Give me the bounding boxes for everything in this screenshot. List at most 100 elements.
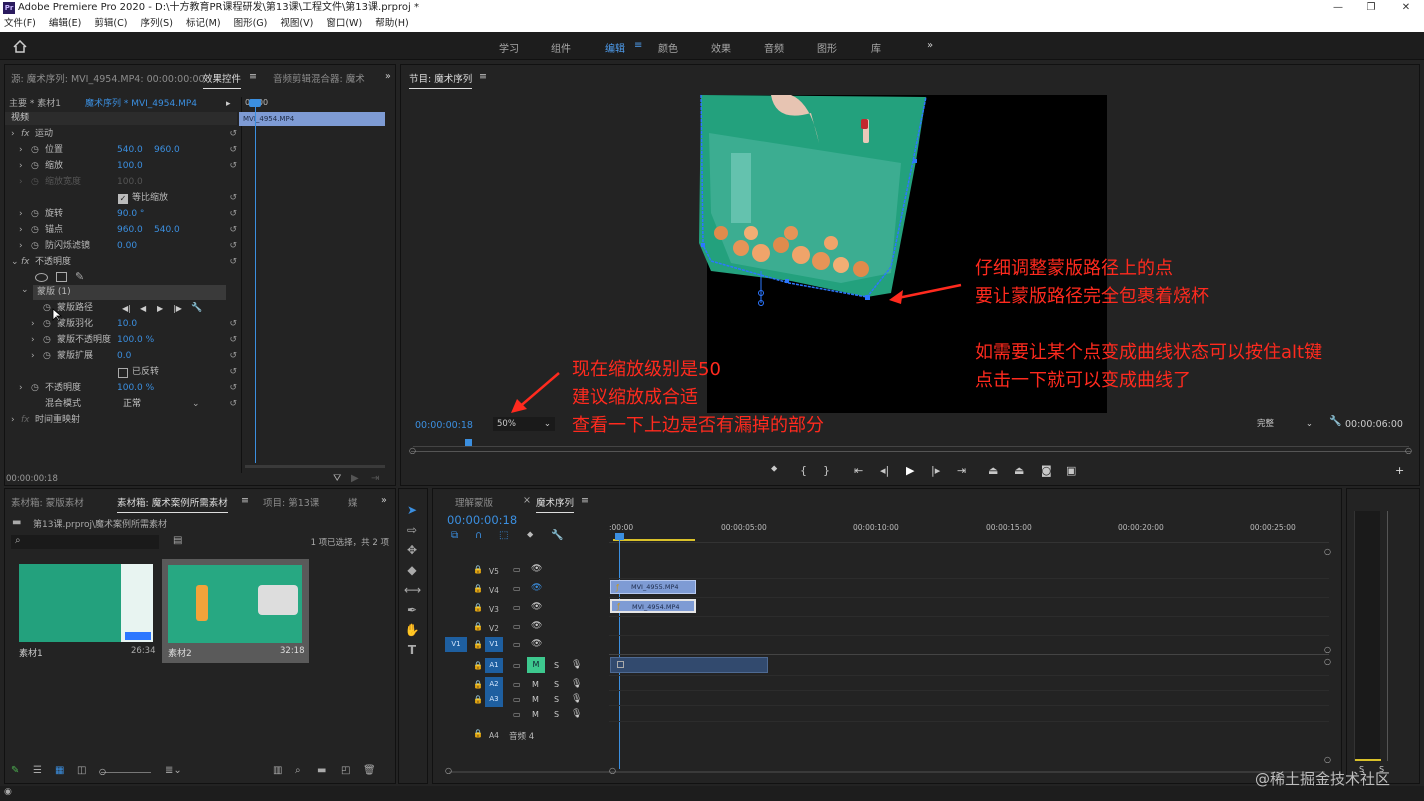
stopwatch-icon[interactable]: ◷	[31, 239, 39, 254]
fx-opacity-row[interactable]: ⌄ fx 不透明度 ↺	[5, 255, 241, 270]
tab-project[interactable]: 项目: 第13课	[263, 495, 319, 509]
timeline-settings-wrench-icon[interactable]: 🔧	[551, 530, 563, 541]
rectangle-mask-icon[interactable]	[56, 272, 67, 282]
panel-menu-icon[interactable]: ≡	[241, 495, 249, 506]
scroll-handle-left[interactable]: ○	[445, 766, 452, 775]
rotation-value[interactable]: 90.0 °	[117, 207, 144, 222]
workspace-menu-icon[interactable]: ≡	[634, 40, 642, 51]
stopwatch-icon[interactable]: ◷	[43, 301, 51, 316]
linked-selection-icon[interactable]: ⬚	[499, 530, 508, 541]
vertical-scroll-handle[interactable]: ○	[1324, 645, 1331, 654]
settings-wrench-icon[interactable]: 🔧	[1329, 416, 1341, 427]
track-backward-icon[interactable]: ◀|	[122, 301, 131, 316]
ellipse-mask-icon[interactable]	[35, 273, 48, 282]
reset-icon[interactable]: ↺	[229, 317, 237, 332]
close-tab-icon[interactable]: ×	[523, 495, 531, 506]
reset-icon[interactable]: ↺	[229, 143, 237, 158]
eye-icon[interactable]: 👁	[531, 602, 542, 612]
sync-lock-icon[interactable]: ▭	[513, 661, 521, 670]
eye-icon[interactable]: 👁	[531, 639, 542, 649]
timeline-ruler[interactable]: :00:00 00:00:05:00 00:00:10:00 00:00:15:…	[609, 521, 1329, 543]
step-back-icon[interactable]: ◂|	[880, 464, 889, 477]
fx-motion-row[interactable]: › fx 运动 ↺	[5, 127, 241, 142]
tab-audio-mixer[interactable]: 音频剪辑混合器: 魔术	[273, 71, 365, 85]
uniform-scale-checkbox[interactable]: ✓	[118, 194, 128, 204]
mask-feather-value[interactable]: 10.0	[117, 317, 137, 332]
razor-tool-icon[interactable]: ◆	[404, 562, 420, 578]
minimize-button[interactable]: —	[1323, 0, 1353, 16]
button-editor-icon[interactable]: +	[1395, 464, 1404, 477]
type-tool-icon[interactable]: T	[404, 642, 420, 658]
mute-button[interactable]: M	[532, 695, 539, 704]
track-header-scrollbar[interactable]	[449, 771, 611, 773]
lock-icon[interactable]: 🔒	[473, 729, 483, 738]
clip-v3-selected[interactable]: ƒ MVI_4954.MP4	[610, 599, 696, 613]
reset-icon[interactable]: ↺	[229, 207, 237, 222]
new-bin-bottom-icon[interactable]: ▬	[317, 765, 326, 776]
eye-icon[interactable]: 👁	[531, 564, 542, 574]
scale-value[interactable]: 100.0	[117, 159, 143, 174]
track-forward-icon[interactable]: |▶	[173, 301, 182, 316]
new-item-icon[interactable]: ◰	[341, 765, 350, 776]
workspace-libraries[interactable]: 库	[871, 40, 881, 55]
tab-source[interactable]: 源: 魔术序列: MVI_4954.MP4: 00:00:00:00	[11, 71, 205, 85]
workspace-color[interactable]: 颜色	[658, 40, 678, 55]
nest-icon[interactable]: ⧉	[451, 530, 458, 541]
lock-icon[interactable]: 🔒	[473, 584, 483, 593]
ec-zoom-scrollbar[interactable]	[245, 465, 385, 468]
sync-lock-icon[interactable]: ▭	[513, 640, 521, 649]
lift-icon[interactable]: ⏏	[988, 464, 998, 477]
ec-playhead[interactable]	[255, 103, 256, 463]
position-x-value[interactable]: 540.0	[117, 143, 143, 158]
menu-window[interactable]: 窗口(W)	[326, 18, 362, 29]
go-to-in-icon[interactable]: ⇤	[854, 464, 863, 477]
add-marker-icon[interactable]: ⬥	[771, 464, 777, 474]
menu-help[interactable]: 帮助(H)	[375, 18, 409, 29]
lock-icon[interactable]: 🔒	[473, 565, 483, 574]
vertical-scroll-handle[interactable]: ○	[1324, 657, 1331, 666]
panel-menu-icon[interactable]: ≡	[479, 71, 487, 82]
clip-v4[interactable]: ƒ MVI_4955.MP4	[610, 580, 696, 594]
lock-icon[interactable]: 🔒	[473, 640, 483, 649]
export-frame-icon[interactable]: ◙	[1041, 464, 1052, 477]
stopwatch-icon[interactable]: ◷	[43, 333, 51, 348]
export-icon[interactable]: ⇥	[371, 473, 379, 484]
vertical-scroll-handle[interactable]: ○	[1324, 755, 1331, 764]
wrench-icon[interactable]: 🔧	[191, 301, 202, 316]
panel-menu-icon[interactable]: ≡	[581, 495, 589, 506]
workspace-editing[interactable]: 编辑	[605, 40, 625, 55]
zoom-bar-handle-right[interactable]: ○	[1405, 446, 1412, 455]
sync-lock-icon[interactable]: ▭	[513, 565, 521, 574]
workspace-audio[interactable]: 音频	[764, 40, 784, 55]
menu-file[interactable]: 文件(F)	[4, 18, 36, 29]
menu-edit[interactable]: 编辑(E)	[49, 18, 81, 29]
reset-icon[interactable]: ↺	[229, 239, 237, 254]
stopwatch-icon[interactable]: ◷	[31, 207, 39, 222]
hand-tool-icon[interactable]: ✋	[404, 622, 420, 638]
pen-mask-icon[interactable]: ✎	[75, 270, 84, 283]
blend-mode-select[interactable]: 正常	[123, 397, 141, 412]
reset-icon[interactable]: ↺	[229, 349, 237, 364]
timeline-timecode[interactable]: 00:00:00:18	[447, 513, 517, 527]
thumbnail-size-slider[interactable]	[101, 772, 151, 773]
work-area-bar[interactable]	[613, 539, 695, 541]
reset-icon[interactable]: ↺	[229, 397, 237, 412]
workspace-assembly[interactable]: 组件	[551, 40, 571, 55]
find-icon[interactable]: ⌕	[295, 765, 301, 776]
ec-timecode[interactable]: 00:00:00:18	[6, 474, 58, 484]
ec-clip-bar[interactable]: MVI_4954.MP4	[239, 112, 385, 126]
list-view-icon[interactable]: ☰	[33, 765, 42, 776]
icon-view-icon[interactable]: ▦	[55, 765, 64, 776]
reset-icon[interactable]: ↺	[229, 223, 237, 238]
slider-handle[interactable]: ○	[99, 767, 106, 776]
tab-effect-controls[interactable]: 效果控件	[203, 71, 242, 89]
zoom-level-select[interactable]: 50% ⌄	[493, 417, 555, 431]
menu-view[interactable]: 视图(V)	[280, 18, 313, 29]
anchor-x-value[interactable]: 960.0	[117, 223, 143, 238]
timeline-playhead[interactable]	[619, 535, 620, 769]
extract-icon[interactable]: ⏏	[1014, 464, 1024, 477]
solo-button[interactable]: S	[554, 680, 559, 689]
sync-lock-icon[interactable]: ▭	[513, 622, 521, 631]
sync-lock-icon[interactable]: ▭	[513, 584, 521, 593]
panel-more-button[interactable]: »	[381, 495, 387, 506]
